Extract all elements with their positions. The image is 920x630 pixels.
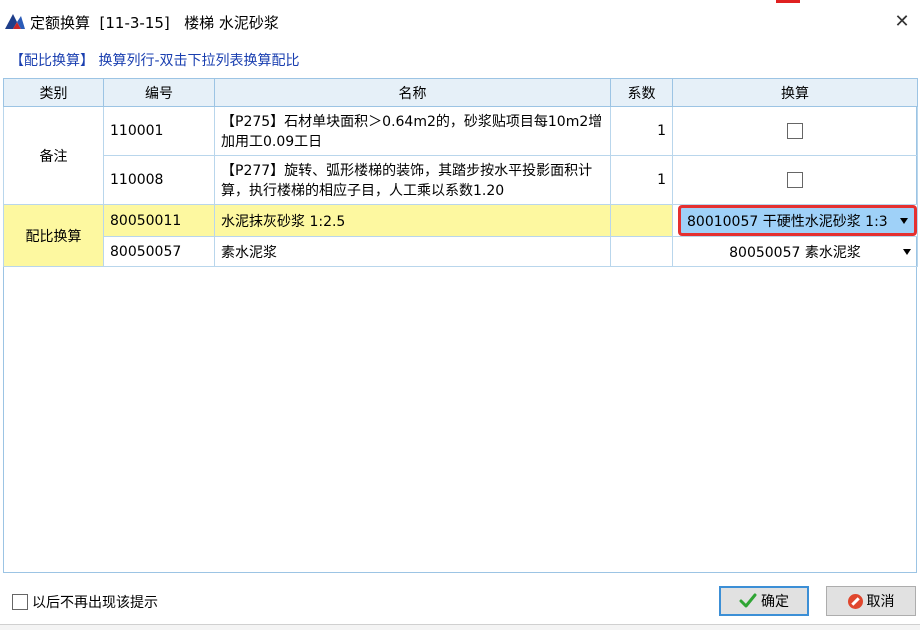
name-cell: 素水泥浆 <box>214 236 611 267</box>
code-cell: 80050057 <box>103 236 215 267</box>
app-logo-icon <box>5 14 25 29</box>
header-conversion[interactable]: 换算 <box>672 78 918 107</box>
conversion-cell[interactable] <box>672 106 918 156</box>
checkmark-icon <box>739 593 757 608</box>
close-button[interactable]: ✕ <box>890 10 914 34</box>
conversion-cell[interactable] <box>672 155 918 205</box>
dont-show-again-label: 以后不再出现该提示 <box>32 595 158 611</box>
background-marker <box>776 0 800 3</box>
dont-show-again-checkbox[interactable] <box>12 594 28 610</box>
table-row[interactable]: 备注 110001 【P275】石材单块面积＞0.64m2的，砂浆贴项目每10m… <box>3 106 918 205</box>
ok-button[interactable]: 确定 <box>719 586 809 616</box>
conversion-grid[interactable]: 类别 编号 名称 系数 换算 备注 110001 【P275】石材单块面积＞0.… <box>3 78 918 573</box>
coef-cell <box>610 236 673 267</box>
conversion-dropdown-cell[interactable]: 80050057 素水泥浆 <box>672 236 918 267</box>
header-name[interactable]: 名称 <box>214 78 611 107</box>
hint-text: 【配比换算】 换算列行-双击下拉列表换算配比 <box>10 53 300 69</box>
ok-label: 确定 <box>761 594 789 610</box>
dropdown-arrow-icon[interactable] <box>900 217 908 224</box>
window-title: 定额换算 [11-3-15] 楼梯 水泥砂浆 <box>30 14 279 32</box>
conversion-dropdown-selected[interactable]: 80010057 干硬性水泥砂浆 1:3 <box>679 206 916 235</box>
code-cell: 110001 <box>103 106 215 156</box>
table-row[interactable]: 80050057 素水泥浆 80050057 素水泥浆 <box>4 236 918 267</box>
category-cell-remarks: 备注 <box>3 106 104 205</box>
dont-show-again-option[interactable]: 以后不再出现该提示 <box>12 592 158 612</box>
name-cell: 【P277】旋转、弧形楼梯的装饰，其踏步按水平投影面积计算，执行楼梯的相应子目，… <box>214 155 611 205</box>
conversion-dropdown-cell[interactable]: 80010057 干硬性水泥砂浆 1:3 <box>672 204 918 237</box>
cancel-icon <box>847 593 863 609</box>
background-window-strip <box>0 624 920 630</box>
name-cell: 水泥抹灰砂浆 1:2.5 <box>214 204 611 237</box>
dropdown-value: 80050057 素水泥浆 <box>729 244 861 261</box>
conversion-checkbox[interactable] <box>787 123 803 139</box>
coef-cell: 1 <box>610 106 673 156</box>
header-category[interactable]: 类别 <box>3 78 104 107</box>
dropdown-value: 80010057 干硬性水泥砂浆 1:3 <box>687 213 888 230</box>
dropdown-arrow-icon[interactable] <box>903 248 911 255</box>
header-coef[interactable]: 系数 <box>610 78 673 107</box>
header-code[interactable]: 编号 <box>103 78 215 107</box>
header-row: 类别 编号 名称 系数 换算 <box>3 78 918 107</box>
title-bar: 定额换算 [11-3-15] 楼梯 水泥砂浆 ✕ <box>0 0 920 40</box>
coef-cell: 1 <box>610 155 673 205</box>
table-row[interactable]: 配比换算 80050011 水泥抹灰砂浆 1:2.5 80010057 干硬性水… <box>3 204 918 267</box>
coef-cell <box>610 204 673 237</box>
table-row[interactable]: 110008 【P277】旋转、弧形楼梯的装饰，其踏步按水平投影面积计算，执行楼… <box>4 155 918 205</box>
code-cell: 80050011 <box>103 204 215 237</box>
conversion-dropdown[interactable]: 80050057 素水泥浆 <box>673 242 917 262</box>
name-cell: 【P275】石材单块面积＞0.64m2的，砂浆贴项目每10m2增加用工0.09工… <box>214 106 611 156</box>
conversion-checkbox[interactable] <box>787 172 803 188</box>
cancel-label: 取消 <box>866 594 895 610</box>
conversion-table: 类别 编号 名称 系数 换算 备注 110001 【P275】石材单块面积＞0.… <box>3 78 918 267</box>
category-cell-mix: 配比换算 <box>3 204 104 267</box>
close-icon: ✕ <box>894 11 910 32</box>
cancel-button[interactable]: 取消 <box>826 586 916 616</box>
code-cell: 110008 <box>103 155 215 205</box>
